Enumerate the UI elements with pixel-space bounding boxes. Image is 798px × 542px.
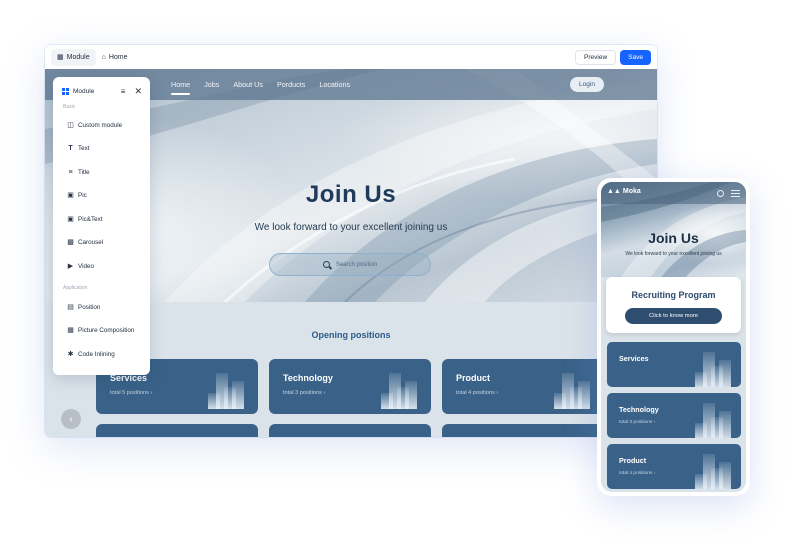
- department-name: Product: [619, 456, 647, 465]
- menu-icon[interactable]: [731, 190, 740, 197]
- department-card[interactable]: [269, 424, 431, 437]
- mobile-department-card-services[interactable]: Services: [607, 342, 741, 387]
- department-card[interactable]: [442, 424, 604, 437]
- home-icon: ⌂: [101, 53, 106, 61]
- module-item-pic-text[interactable]: ▣ Pic&Text: [67, 213, 103, 225]
- grid-icon: ▦: [57, 54, 64, 61]
- mobile-department-card-product[interactable]: Product total 4 positions ›: [607, 444, 741, 489]
- department-count: total 3 positions ›: [619, 420, 656, 425]
- module-item-label: Pic: [78, 191, 87, 199]
- module-item-label: Title: [78, 168, 90, 176]
- building-icon: [554, 369, 590, 409]
- department-count: total 4 positions ›: [456, 390, 499, 396]
- code-inlining-icon: ✱: [67, 351, 74, 358]
- nav-home[interactable]: Home: [171, 80, 191, 95]
- editor-toolbar: ▦ Module ⌂ Home Preview Save: [45, 45, 657, 69]
- carousel-prev-button[interactable]: ‹: [61, 409, 81, 429]
- save-button[interactable]: Save: [620, 49, 651, 65]
- module-item-title[interactable]: ≡ Title: [67, 166, 90, 178]
- module-item-label: Picture Composition: [78, 326, 135, 334]
- nav-about-us[interactable]: About Us: [233, 80, 263, 89]
- picture-composition-icon: ▦: [67, 327, 74, 334]
- module-item-code-inlining[interactable]: ✱ Code Inlining: [67, 348, 115, 360]
- nav-jobs[interactable]: Jobs: [204, 80, 219, 89]
- module-item-pic[interactable]: ▣ Pic: [67, 189, 87, 201]
- title-icon: ≡: [68, 168, 73, 176]
- mobile-hero-title: Join Us: [648, 230, 699, 246]
- site-nav-links: Home Jobs About Us Porducts Locations: [171, 69, 350, 100]
- module-item-label: Pic&Text: [78, 215, 103, 223]
- building-icon: [695, 450, 731, 489]
- building-icon: [381, 369, 417, 409]
- building-icon: [695, 399, 731, 438]
- module-item-label: Code Inlining: [78, 350, 115, 358]
- grid-icon: [62, 87, 69, 95]
- search-position-input[interactable]: Search position: [269, 253, 431, 276]
- search-placeholder: Search position: [335, 261, 378, 268]
- module-item-carousel[interactable]: ▩ Carousel: [67, 236, 103, 248]
- nav-products[interactable]: Porducts: [277, 80, 305, 89]
- mobile-hero: ▲▲ Moka Join Us We look forward to your …: [601, 182, 746, 277]
- section-label-application: Application: [63, 285, 88, 291]
- collapse-panel-icon[interactable]: ≡: [121, 87, 126, 96]
- carousel-icon: ▩: [67, 239, 74, 246]
- department-count: total 5 positions ›: [110, 390, 153, 396]
- module-item-video[interactable]: ▶ Video: [67, 260, 94, 272]
- department-name: Product: [456, 373, 491, 383]
- building-icon: [695, 348, 731, 387]
- module-item-custom-module[interactable]: ◫ Custom module: [67, 119, 122, 131]
- department-card-product[interactable]: Product total 4 positions ›: [442, 359, 604, 414]
- search-icon[interactable]: [717, 190, 724, 197]
- module-panel-title: Module: [73, 87, 95, 95]
- mobile-hero-subtitle: We look forward to your excellent joinin…: [625, 251, 722, 257]
- module-panel-header: Module ≡ ✕: [62, 86, 142, 96]
- module-item-text[interactable]: T Text: [67, 142, 90, 154]
- recruiting-program-title: Recruiting Program: [631, 290, 716, 300]
- department-name: Technology: [283, 373, 333, 383]
- module-panel: Module ≡ ✕ Basic ◫ Custom module T Text …: [53, 77, 150, 375]
- module-item-label: Custom module: [78, 121, 123, 129]
- section-label-basic: Basic: [63, 104, 76, 110]
- recruiting-program-card: Recruiting Program Click to know more: [606, 277, 741, 333]
- picture-icon: ▣: [67, 192, 74, 199]
- module-tab-label: Module: [66, 53, 90, 61]
- moka-logo-icon: ▲▲: [607, 188, 621, 195]
- mobile-screen: ▲▲ Moka Join Us We look forward to your …: [601, 182, 746, 492]
- mobile-navbar: ▲▲ Moka: [601, 182, 746, 204]
- mobile-preview: ▲▲ Moka Join Us We look forward to your …: [597, 178, 750, 496]
- custom-module-icon: ◫: [67, 122, 74, 129]
- module-item-label: Text: [78, 144, 90, 152]
- close-icon[interactable]: ✕: [134, 86, 142, 97]
- department-name: Technology: [619, 405, 659, 414]
- module-tab-button[interactable]: ▦ Module: [51, 48, 96, 66]
- home-tab-label: Home: [108, 53, 128, 61]
- text-icon: T: [68, 144, 73, 152]
- know-more-button[interactable]: Click to know more: [625, 308, 722, 324]
- moka-logo: ▲▲ Moka: [607, 188, 641, 195]
- stage: ▦ Module ⌂ Home Preview Save Home Jobs A…: [0, 0, 798, 542]
- home-tab-button[interactable]: ⌂ Home: [96, 49, 134, 66]
- department-card[interactable]: [96, 424, 258, 437]
- department-count: total 4 positions ›: [619, 471, 656, 476]
- chevron-left-icon: ‹: [69, 413, 73, 425]
- module-item-picture-composition[interactable]: ▦ Picture Composition: [67, 324, 134, 336]
- module-item-label: Video: [78, 262, 94, 270]
- nav-locations[interactable]: Locations: [319, 80, 350, 89]
- video-icon: ▶: [67, 263, 74, 270]
- picture-text-icon: ▣: [67, 216, 74, 223]
- brand-name: Moka: [622, 188, 641, 195]
- module-item-label: Position: [78, 303, 101, 311]
- preview-button[interactable]: Preview: [575, 49, 617, 65]
- module-item-position[interactable]: ▤ Position: [67, 301, 100, 313]
- building-icon: [208, 369, 244, 409]
- department-name: Services: [619, 354, 649, 363]
- department-card-technology[interactable]: Technology total 3 positions ›: [269, 359, 431, 414]
- login-button[interactable]: Login: [570, 77, 604, 92]
- search-icon: [322, 261, 330, 268]
- mobile-department-card-technology[interactable]: Technology total 3 positions ›: [607, 393, 741, 438]
- module-item-label: Carousel: [78, 238, 104, 246]
- department-count: total 3 positions ›: [283, 390, 326, 396]
- position-icon: ▤: [67, 304, 74, 311]
